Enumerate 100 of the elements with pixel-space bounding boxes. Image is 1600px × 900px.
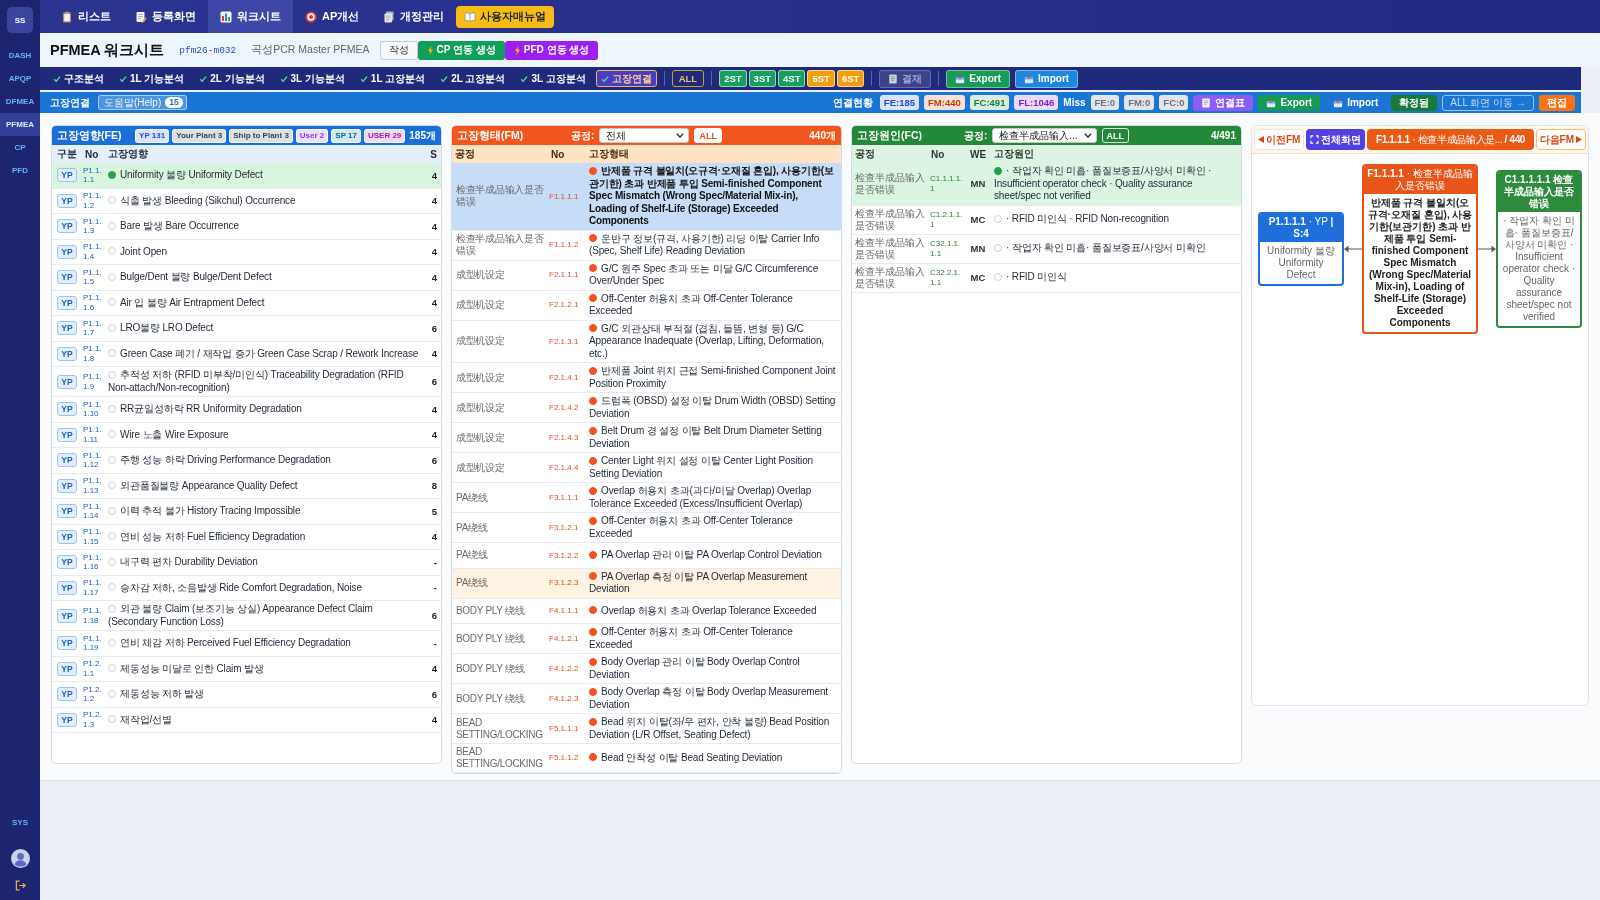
nav-tab[interactable]: 개정관리: [371, 0, 457, 33]
logout-icon[interactable]: [14, 880, 26, 891]
table-row[interactable]: 检查半成品输入是否错误 C32.2.1.1.1 MC · RFID 미인식: [852, 263, 1241, 293]
severity-value: 4: [431, 403, 438, 415]
column-header: 고장영향: [107, 147, 149, 161]
user-manual-button[interactable]: 사용자매뉴얼: [456, 5, 555, 28]
process-name: BODY PLY 绕线: [455, 604, 526, 617]
work-element-code: MN: [970, 243, 986, 254]
item-number: F1.1.1.2: [549, 240, 580, 250]
table-row[interactable]: PA绕线 F3.1.2.2 PA Overlap 관리 이탈 PA Overlap Control Deviation: [452, 543, 841, 569]
diagram-node[interactable]: F1.1.1.1 · 检查半成品输入是否错误 반제품 규격 불일치(오규격·오재질 혼입), 사용기한(보관기한) 초과 반제품 투입 Semi-finished Component Spec Mismatch (Wrong Spec/Material Mix-in), Loading of Shelf-Life (Storage) Exceeded Components: [1362, 164, 1478, 334]
pfd-generate-button[interactable]: PFD 연동 생성: [504, 40, 599, 60]
step-tab[interactable]: 3L 기능분석: [274, 70, 350, 87]
category-tag: YP: [57, 427, 77, 442]
sidebar-item[interactable]: SYS: [0, 814, 40, 830]
left-triangle-icon: [1258, 136, 1264, 143]
table-row[interactable]: PA绕线 F3.1.2.3 PA Overlap 측정 이탈 PA Overlap Measurement Deviation: [452, 568, 841, 599]
fullscreen-button[interactable]: 전체화면: [1306, 129, 1366, 150]
write-button[interactable]: 작성: [379, 40, 418, 60]
table-row[interactable]: 成型机设定 F2.1.3.1 G/C 외관상태 부적절 (겹침, 들뜸, 변형 등) G/C Appearance Inadequate (Overlap, Lifting, Deformation, etc.): [452, 320, 841, 363]
sidebar-item[interactable]: DASH: [0, 44, 40, 67]
process-select[interactable]: 전체: [599, 128, 690, 143]
table-row[interactable]: YP P1.1.1.2 식출 발생 Bleeding (Sikchul) Occurrence 4: [52, 188, 441, 214]
table-row[interactable]: YP P1.2.1.2 제동성능 저하 발생 6: [52, 682, 441, 708]
table-row[interactable]: 成型机设定 F2.1.2.1 Off-Center 허용치 초과 Off-Center Tolerance Exceeded: [452, 290, 841, 321]
next-button[interactable]: 다음FM: [1535, 129, 1586, 150]
table-row[interactable]: YP P1.1.1.4 Joint Open 4: [52, 239, 441, 265]
table-row[interactable]: 检查半成品输入是否错误 C1.2.1.1.1 MC · RFID 미인식 · RFID Non-recognition: [852, 205, 1241, 235]
severity-value: 6: [431, 322, 438, 334]
table-row[interactable]: YP P1.1.1.19 연비 체감 저하 Perceived Fuel Efficiency Degradation -: [52, 631, 441, 657]
table-row[interactable]: YP P1.1.1.10 RR균일성하락 RR Uniformity Degradation 4: [52, 397, 441, 423]
table-row[interactable]: YP P1.1.1.16 내구력 편차 Durability Deviation -: [52, 550, 441, 576]
category-tag: YP: [57, 374, 77, 389]
table-row[interactable]: PA绕线 F3.1.1.1 Overlap 허용치 초과(과다/미달 Overlap) Overlap Tolerance Exceeded (Excess/Insufficient Overlap): [452, 483, 841, 513]
avatar-icon[interactable]: [10, 849, 30, 868]
failure-effect-text: Air 입 불량 Air Entrapment Defect: [120, 296, 265, 308]
item-number: P1.1.1.6: [83, 293, 103, 313]
table-row[interactable]: YP P1.1.1.9 추적성 저하 (RFID 미부착/미인식) Traceability Degradation (RFID Non-attach/Non-recognition) 6: [52, 367, 441, 397]
export-button[interactable]: Export: [1258, 94, 1321, 111]
app-logo[interactable]: SS: [7, 7, 33, 33]
sidebar-item[interactable]: PFMEA: [0, 113, 40, 136]
work-element-code: MC: [970, 272, 986, 283]
import-button[interactable]: Import: [1015, 69, 1079, 88]
sidebar-item[interactable]: DFMEA: [0, 90, 40, 113]
table-row[interactable]: 成型机设定 F2.1.1.1 G/C 원주 Spec 초과 또는 미달 G/C Circumference Over/Under Spec: [452, 260, 841, 291]
table-row[interactable]: YP P1.1.1.3 Bare 발생 Bare Occurrence 4: [52, 214, 441, 240]
table-row[interactable]: 成型机设定 F2.1.4.3 Belt Drum 경 설정 이탈 Belt Drum Diameter Setting Deviation: [452, 423, 841, 453]
all-filter-button[interactable]: ALL: [671, 70, 705, 87]
nav-tab[interactable]: 리스트: [49, 0, 123, 33]
table-row[interactable]: 检查半成品输入是否错误 C1.1.1.1.1 MN · 작업자 확인 미흡· 품질보증표/사양서 미확인 · Insufficient operator check · Quality assurance sheet/spec not verified: [852, 163, 1241, 206]
table-row[interactable]: BODY PLY 绕线 F4.1.2.1 Off-Center 허용치 초과 Off-Center Tolerance Exceeded: [452, 624, 841, 654]
step-tab[interactable]: 1L 기능분석: [114, 70, 190, 87]
step-tab[interactable]: 3L 고장분석: [515, 70, 591, 87]
process-select[interactable]: 检查半成品输入...: [992, 128, 1097, 143]
all-button[interactable]: ALL: [1101, 128, 1130, 143]
table-row[interactable]: YP P1.1.1.12 주행 성능 하락 Driving Performance Degradation 6: [52, 448, 441, 474]
sidebar-item[interactable]: PFD: [0, 159, 40, 182]
category-tag: YP: [57, 555, 77, 570]
confirm-button[interactable]: 확정됨: [1391, 94, 1438, 111]
nav-tab[interactable]: AP개선: [293, 0, 372, 33]
sidebar-item[interactable]: CP: [0, 136, 40, 159]
table-row[interactable]: YP P1.1.1.5 Bulge/Dent 불량 Bulge/Dent Defect 4: [52, 265, 441, 291]
table-row[interactable]: 成型机设定 F2.1.4.4 Center Light 위치 설정 이탈 Center Light Position Setting Deviation: [452, 453, 841, 483]
step-tab[interactable]: 2L 기능분석: [194, 70, 270, 87]
sidebar-item[interactable]: APQP: [0, 67, 40, 90]
step-tab[interactable]: 2L 고장분석: [435, 70, 511, 87]
previous-button[interactable]: 이전FM: [1254, 129, 1305, 150]
export-button[interactable]: Export: [946, 69, 1010, 88]
diagram-node[interactable]: C1.1.1.1.1 检查半成品输入是否错误 · 작업자 확인 미흡· 품질보증표/사양서 미확인 · Insufficient operator check · Quality assurance sheet/spec not verified: [1496, 170, 1582, 328]
step-tab[interactable]: 고장연결: [595, 70, 657, 87]
table-row[interactable]: PA绕线 F3.1.2.1 Off-Center 허용치 초과 Off-Center Tolerance Exceeded: [452, 513, 841, 543]
table-row[interactable]: 成型机设定 F2.1.4.2 드럼폭 (OBSD) 설정 이탈 Drum Width (OBSD) Setting Deviation: [452, 393, 841, 423]
table-row[interactable]: YP P1.1.1.13 외관품질불량 Appearance Quality Defect 8: [52, 473, 441, 499]
severity-value: 4: [431, 169, 438, 181]
table-row[interactable]: YP P1.1.1.8 Green Case 폐기 / 재작업 증가 Green Case Scrap / Rework Increase 4: [52, 341, 441, 367]
link-table-button[interactable]: 연결표: [1193, 94, 1254, 111]
table-row[interactable]: YP P1.1.1.6 Air 입 불량 Air Entrapment Defect 4: [52, 290, 441, 316]
table-row[interactable]: 检查半成品输入是否错误 C32.1.1.1.1 MN · 작업자 확인 미흡· 품질보증표/사양서 미확인: [852, 234, 1241, 264]
table-row[interactable]: YP P1.1.1.7 LRO불량 LRO Defect 6: [52, 316, 441, 342]
all-button[interactable]: ALL: [694, 128, 722, 143]
table-row[interactable]: BODY PLY 绕线 F4.1.1.1 Overlap 허용치 초과 Overlap Tolerance Exceeded: [452, 598, 841, 624]
table-row[interactable]: YP P1.2.1.3 재작업/선별 4: [52, 707, 441, 733]
table-row[interactable]: YP P1.2.1.1 제동성능 미달로 인한 Claim 발생 4: [52, 656, 441, 682]
step-tab[interactable]: 1L 고장분석: [354, 70, 431, 87]
help-button[interactable]: 도움말(Help) 15: [98, 95, 187, 110]
table-row[interactable]: YP P1.1.1.14 이력 추적 불가 History Tracing Impossible 5: [52, 499, 441, 525]
table-row[interactable]: YP P1.1.1.17 승차감 저하, 소음발생 Ride Comfort Degradation, Noise -: [52, 575, 441, 601]
table-row[interactable]: YP P1.1.1.18 외관 불량 Claim (보조기능 상실) Appearance Defect Claim (Secondary Function Loss) 6: [52, 601, 441, 631]
diagram-node[interactable]: P1.1.1.1 · YP | S:4 Uniformity 불량 Uniformity Defect: [1258, 212, 1344, 286]
process-name: 检查半成品输入是否错误: [854, 171, 926, 196]
table-row[interactable]: BODY PLY 绕线 F4.1.2.2 Body Overlap 관리 이탈 Body Overlap Control Deviation: [452, 654, 841, 684]
import-button[interactable]: Import: [1325, 94, 1387, 111]
nav-tab[interactable]: 워크시트: [208, 0, 293, 33]
table-row[interactable]: BODY PLY 绕线 F4.1.2.3 Body Overlap 측정 이탈 Body Overlap Measurement Deviation: [452, 684, 841, 714]
table-row[interactable]: 成型机设定 F2.1.4.1 반제품 Joint 위치 근접 Semi-finished Component Joint Position Proximity: [452, 363, 841, 393]
table-row[interactable]: YP P1.1.1.15 연비 성능 저하 Fuel Efficiency Degradation 4: [52, 524, 441, 550]
table-row[interactable]: YP P1.1.1.11 Wire 노출 Wire Exposure 4: [52, 422, 441, 448]
table-row[interactable]: YP P1.1.1.1 Uniformity 불량 Uniformity Defect 4: [52, 163, 441, 189]
step-tab[interactable]: 구조분석: [48, 70, 109, 87]
nav-tab[interactable]: 등록화면: [123, 0, 208, 33]
